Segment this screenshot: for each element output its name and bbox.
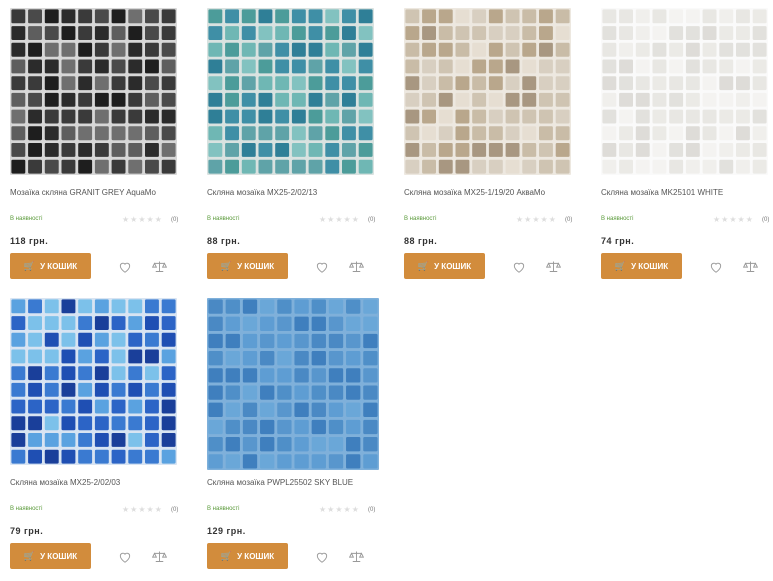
product-card: Скляна мозаїка MX25-1/19/20 АкваМо В ная… xyxy=(399,8,576,288)
add-to-cart-button[interactable]: 🛒 У КОШИК xyxy=(601,253,682,279)
add-to-cart-label: У КОШИК xyxy=(40,551,78,561)
add-to-cart-button[interactable]: 🛒 У КОШИК xyxy=(10,253,91,279)
product-price: 129 грн. xyxy=(207,526,246,536)
heart-icon[interactable] xyxy=(512,260,526,274)
product-price: 79 грн. xyxy=(10,526,44,536)
product-title[interactable]: Мозаїка скляна GRANIT GREY AquaMo xyxy=(10,188,182,197)
add-to-cart-label: У КОШИК xyxy=(237,551,275,561)
add-to-cart-label: У КОШИК xyxy=(237,261,275,271)
product-card: Скляна мозаїка MK25101 WHITE В наявності… xyxy=(596,8,773,288)
product-price: 74 грн. xyxy=(601,236,635,246)
product-price: 88 грн. xyxy=(207,236,241,246)
product-title[interactable]: Скляна мозаїка MX25-1/19/20 АкваМо xyxy=(404,188,576,197)
product-card: Скляна мозаїка MX25-2/02/03 В наявності … xyxy=(5,298,182,578)
stock-status: В наявності xyxy=(207,506,240,512)
product-price: 88 грн. xyxy=(404,236,438,246)
compare-scales-icon[interactable] xyxy=(152,550,167,563)
rating-count: (0) xyxy=(368,217,376,223)
rating-stars: ★★★★★ xyxy=(319,505,360,514)
product-price: 118 грн. xyxy=(10,236,49,246)
stock-status: В наявності xyxy=(207,216,240,222)
cart-icon: 🛒 xyxy=(417,260,430,271)
compare-scales-icon[interactable] xyxy=(349,550,364,563)
rating-count: (0) xyxy=(171,217,179,223)
heart-icon[interactable] xyxy=(315,260,329,274)
add-to-cart-button[interactable]: 🛒 У КОШИК xyxy=(207,543,288,569)
product-card: Скляна мозаїка PWPL25502 SKY BLUE В наяв… xyxy=(202,298,379,578)
stock-status: В наявності xyxy=(10,506,43,512)
cart-icon: 🛒 xyxy=(23,260,36,271)
rating-count: (0) xyxy=(171,507,179,513)
product-card: Мозаїка скляна GRANIT GREY AquaMo В наяв… xyxy=(5,8,182,288)
cart-icon: 🛒 xyxy=(220,550,233,561)
rating-stars: ★★★★★ xyxy=(122,215,163,224)
add-to-cart-label: У КОШИК xyxy=(434,261,472,271)
cart-icon: 🛒 xyxy=(614,260,627,271)
add-to-cart-label: У КОШИК xyxy=(40,261,78,271)
product-image[interactable] xyxy=(404,8,571,175)
product-image[interactable] xyxy=(207,8,374,175)
add-to-cart-label: У КОШИК xyxy=(631,261,669,271)
compare-scales-icon[interactable] xyxy=(349,260,364,273)
rating-stars: ★★★★★ xyxy=(713,215,754,224)
compare-scales-icon[interactable] xyxy=(743,260,758,273)
add-to-cart-button[interactable]: 🛒 У КОШИК xyxy=(207,253,288,279)
heart-icon[interactable] xyxy=(709,260,723,274)
heart-icon[interactable] xyxy=(118,550,132,564)
heart-icon[interactable] xyxy=(118,260,132,274)
rating-stars: ★★★★★ xyxy=(516,215,557,224)
cart-icon: 🛒 xyxy=(23,550,36,561)
mosaic-image xyxy=(10,298,177,465)
stock-status: В наявності xyxy=(601,216,634,222)
mosaic-image xyxy=(207,8,374,175)
mosaic-image xyxy=(404,8,571,175)
cart-icon: 🛒 xyxy=(220,260,233,271)
rating-count: (0) xyxy=(565,217,573,223)
product-title[interactable]: Скляна мозаїка MX25-2/02/03 xyxy=(10,478,182,487)
mosaic-image xyxy=(601,8,768,175)
rating-stars: ★★★★★ xyxy=(122,505,163,514)
rating-count: (0) xyxy=(368,507,376,513)
add-to-cart-button[interactable]: 🛒 У КОШИК xyxy=(10,543,91,569)
product-title[interactable]: Скляна мозаїка PWPL25502 SKY BLUE xyxy=(207,478,379,487)
add-to-cart-button[interactable]: 🛒 У КОШИК xyxy=(404,253,485,279)
product-title[interactable]: Скляна мозаїка MX25-2/02/13 xyxy=(207,188,379,197)
rating-count: (0) xyxy=(762,217,770,223)
product-image[interactable] xyxy=(10,298,177,465)
mosaic-image xyxy=(207,298,379,470)
stock-status: В наявності xyxy=(10,216,43,222)
product-image[interactable] xyxy=(601,8,768,175)
product-card: Скляна мозаїка MX25-2/02/13 В наявності … xyxy=(202,8,379,288)
compare-scales-icon[interactable] xyxy=(546,260,561,273)
product-title[interactable]: Скляна мозаїка MK25101 WHITE xyxy=(601,188,773,197)
compare-scales-icon[interactable] xyxy=(152,260,167,273)
mosaic-image xyxy=(10,8,177,175)
product-image[interactable] xyxy=(207,298,379,470)
rating-stars: ★★★★★ xyxy=(319,215,360,224)
heart-icon[interactable] xyxy=(315,550,329,564)
stock-status: В наявності xyxy=(404,216,437,222)
product-image[interactable] xyxy=(10,8,177,175)
